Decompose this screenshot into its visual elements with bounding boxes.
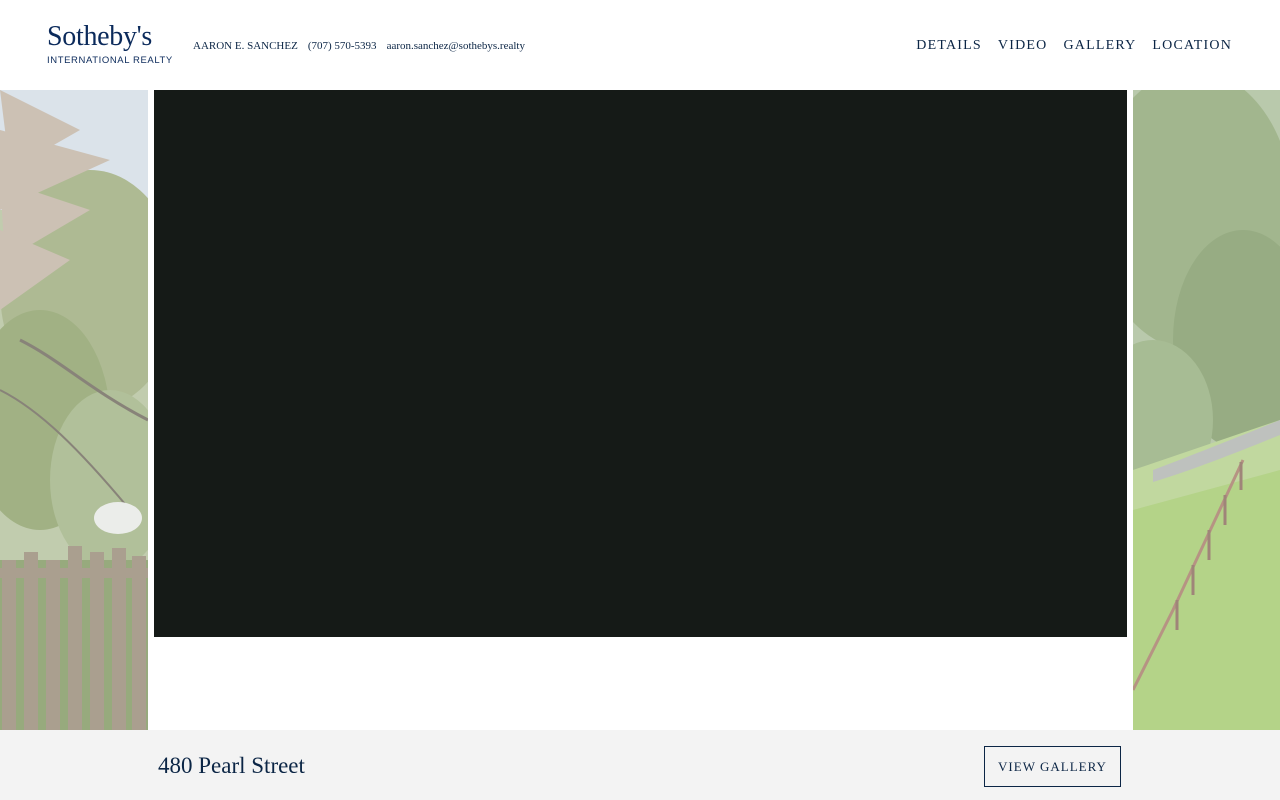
photo-overlay	[1133, 90, 1280, 730]
logo-subtitle: INTERNATIONAL REALTY	[47, 55, 173, 66]
nav-video[interactable]: VIDEO	[998, 36, 1048, 56]
next-photo-slide[interactable]	[1133, 90, 1280, 730]
site-header: Sotheby's INTERNATIONAL REALTY AARON E. …	[0, 0, 1280, 90]
photo-overlay	[0, 90, 148, 730]
video-player[interactable]	[154, 90, 1127, 637]
property-address: 480 Pearl Street	[158, 753, 305, 778]
previous-photo-slide[interactable]	[0, 90, 148, 730]
agent-phone-link[interactable]: (707) 570-5393	[308, 38, 377, 54]
agent-contact: AARON E. SANCHEZ (707) 570-5393 aaron.sa…	[193, 38, 525, 54]
media-stage	[148, 90, 1133, 730]
listing-footer-bar: 480 Pearl Street VIEW GALLERY	[0, 730, 1280, 800]
view-gallery-button[interactable]: VIEW GALLERY	[984, 746, 1121, 787]
main-nav: DETAILS VIDEO GALLERY LOCATION	[916, 36, 1232, 56]
nav-location[interactable]: LOCATION	[1152, 36, 1232, 56]
sothebys-logo[interactable]: Sotheby's INTERNATIONAL REALTY	[47, 21, 173, 69]
logo-wordmark: Sotheby's	[47, 21, 153, 52]
nav-gallery[interactable]: GALLERY	[1063, 36, 1136, 56]
agent-name: AARON E. SANCHEZ	[193, 40, 298, 52]
agent-email-link[interactable]: aaron.sanchez@sothebys.realty	[387, 38, 525, 54]
nav-details[interactable]: DETAILS	[916, 36, 982, 56]
